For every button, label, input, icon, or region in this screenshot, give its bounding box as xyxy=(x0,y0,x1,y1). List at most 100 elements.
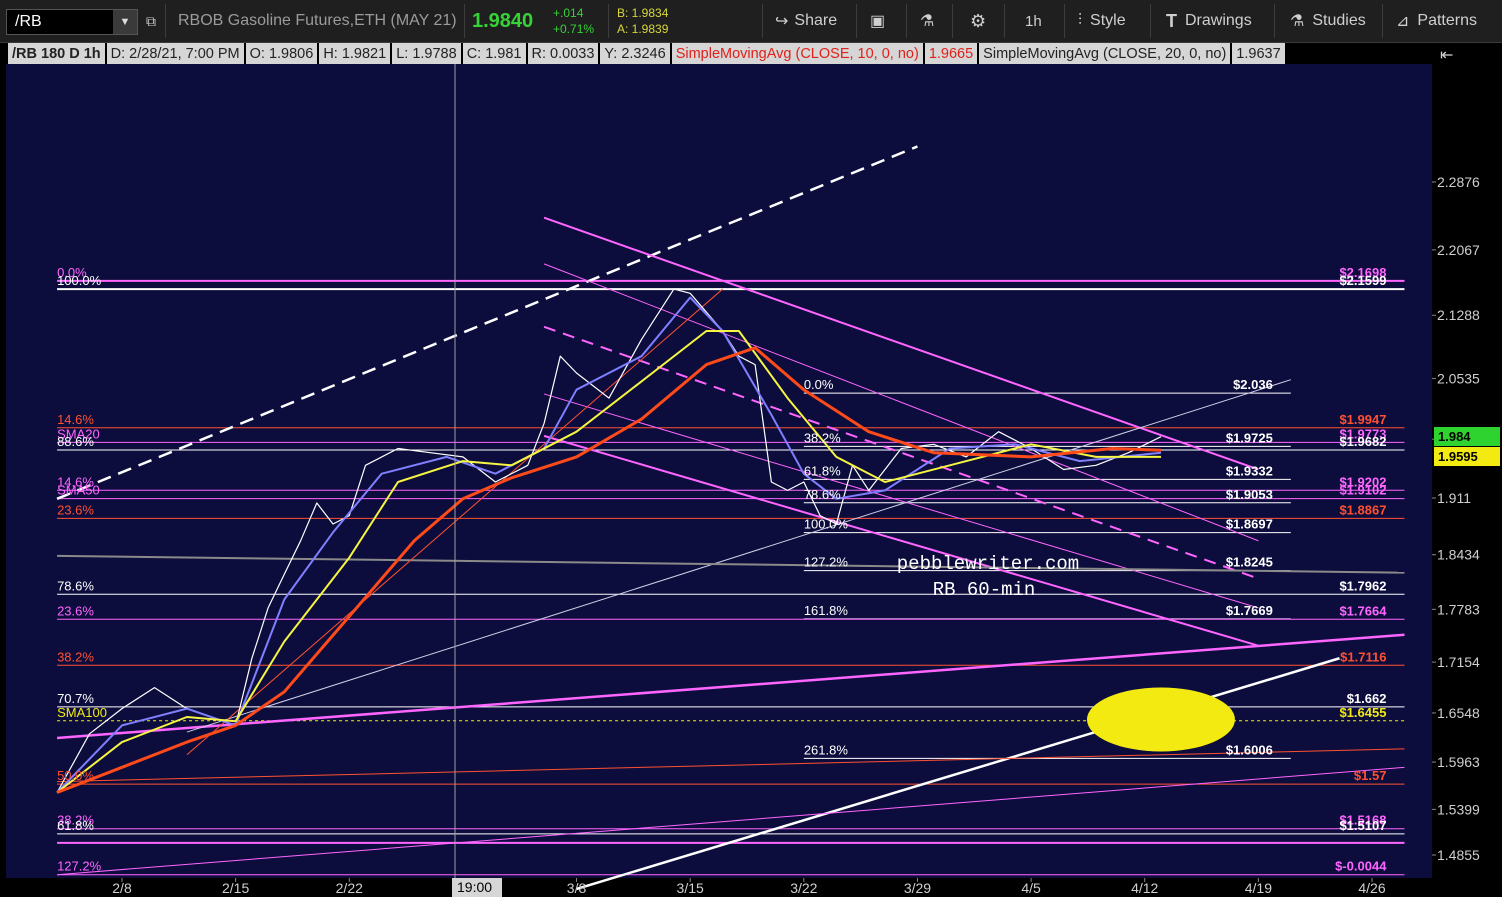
y-tick-label: 1.5399 xyxy=(1437,801,1480,817)
timeframe-button[interactable]: 1h xyxy=(1025,6,1042,36)
separator xyxy=(1004,4,1005,38)
sma10-study-label[interactable]: SimpleMovingAvg (CLOSE, 10, 0, no) xyxy=(671,43,923,64)
gear-icon[interactable]: ⚙ xyxy=(970,6,986,36)
separator xyxy=(906,4,907,38)
price-chart[interactable]: 0.0% $2.1698100.0% $2.15990.0% $2.03614.6% $… xyxy=(0,0,1502,897)
level-right-label: $-0.0044 xyxy=(1335,859,1387,874)
chevron-down-icon[interactable]: ▼ xyxy=(113,10,137,34)
level-left-label: SMA50 xyxy=(57,483,100,498)
y-tick-label: 1.7783 xyxy=(1437,601,1480,617)
bar-y: Y: 2.3246 xyxy=(600,43,670,64)
share-button[interactable]: ↪ Share xyxy=(775,6,837,36)
studies-label: Studies xyxy=(1312,12,1366,29)
level-right-label: $1.5107 xyxy=(1339,818,1386,833)
level-right-label: $1.9947 xyxy=(1339,412,1386,427)
x-tick-label: 3/22 xyxy=(790,880,817,896)
level-left-label: 261.8% xyxy=(804,742,849,757)
y-tick-label: 1.911 xyxy=(1437,490,1471,506)
level-left-label: 100.0% xyxy=(57,273,102,288)
level-right-label: $1.7669 xyxy=(1226,603,1273,618)
y-tick-label: 1.5963 xyxy=(1437,754,1480,770)
level-left-label: 88.6% xyxy=(57,434,94,449)
x-tick-label: 2/8 xyxy=(112,880,132,896)
level-right-label: $1.9725 xyxy=(1226,430,1273,445)
separator xyxy=(608,4,609,38)
share-label: Share xyxy=(794,12,838,29)
snapshot-icon[interactable]: ▣ xyxy=(870,6,885,36)
bid-ask-block: B: 1.9834 A: 1.9839 xyxy=(617,5,668,37)
separator xyxy=(1064,4,1065,38)
watermark-caption: RB 60-min xyxy=(933,579,1036,601)
symbol-selector[interactable]: /RB ▼ xyxy=(6,9,138,35)
chart-info-bar: /RB 180 D 1h D: 2/28/21, 7:00 PM O: 1.98… xyxy=(8,43,1287,64)
price-badge: 1.984 xyxy=(1434,426,1500,446)
y-tick-label: 2.1288 xyxy=(1437,307,1480,323)
level-right-label: $1.7116 xyxy=(1340,649,1386,664)
separator xyxy=(1274,4,1275,38)
bar-low: L: 1.9788 xyxy=(392,43,461,64)
sma20-study-value: 1.9637 xyxy=(1232,43,1285,64)
level-right-label: $1.662 xyxy=(1347,691,1387,706)
separator xyxy=(1150,4,1151,38)
x-tick-label: 2/22 xyxy=(336,880,363,896)
x-tick-label: 4/12 xyxy=(1131,880,1158,896)
chart-title: /RB 180 D 1h xyxy=(8,43,105,64)
collapse-icon[interactable]: ⇤ xyxy=(1440,45,1453,65)
bar-open: O: 1.9806 xyxy=(245,43,318,64)
level-left-label: 100.0% xyxy=(804,517,849,532)
drawings-label: Drawings xyxy=(1185,12,1252,29)
y-tick-label: 1.4855 xyxy=(1437,847,1480,863)
studies-button[interactable]: ⚗ Studies xyxy=(1290,6,1366,36)
plot-background xyxy=(6,64,1432,878)
level-left-label: 127.2% xyxy=(57,859,102,874)
link-icon[interactable]: ⧉ xyxy=(146,6,156,36)
level-right-label: $1.9682 xyxy=(1339,434,1386,449)
sma20-study-label[interactable]: SimpleMovingAvg (CLOSE, 20, 0, no) xyxy=(979,43,1231,64)
sma10-study-value: 1.9665 xyxy=(924,43,978,64)
x-tick-label: 4/19 xyxy=(1245,880,1272,896)
level-left-label: 78.6% xyxy=(57,578,94,593)
patterns-label: Patterns xyxy=(1417,12,1477,29)
patterns-button[interactable]: ⊿ Patterns xyxy=(1396,6,1477,36)
level-left-label: 23.6% xyxy=(57,502,94,517)
level-left-label: 61.8% xyxy=(57,818,94,833)
separator xyxy=(856,4,857,38)
level-left-label: 38.2% xyxy=(804,430,841,445)
level-left-label: 38.2% xyxy=(57,649,94,664)
y-tick-label: 1.6548 xyxy=(1437,705,1480,721)
price-badge: 1.9595 xyxy=(1434,447,1500,467)
level-right-label: $1.6006 xyxy=(1226,742,1273,757)
level-right-label: $1.9102 xyxy=(1339,483,1386,498)
y-tick-label: 2.2876 xyxy=(1437,174,1480,190)
level-right-label: $2.036 xyxy=(1233,377,1273,392)
bid-price: B: 1.9834 xyxy=(617,6,669,20)
drawings-button[interactable]: T Drawings xyxy=(1166,6,1252,36)
level-left-label: 0.0% xyxy=(804,377,834,392)
x-tick-label: 4/26 xyxy=(1358,880,1385,896)
symbol-description: RBOB Gasoline Futures,ETH (MAY 21) xyxy=(178,12,457,29)
level-left-label: 23.6% xyxy=(57,603,94,618)
share-icon: ↪ xyxy=(775,13,789,30)
level-right-label: $1.8697 xyxy=(1226,517,1273,532)
percent-change: +0.71% xyxy=(553,22,595,36)
level-left-label: 61.8% xyxy=(804,463,841,478)
bar-high: H: 1.9821 xyxy=(319,43,391,64)
y-tick-label: 1.7154 xyxy=(1437,654,1480,670)
level-right-label: $2.1599 xyxy=(1339,273,1386,288)
level-right-label: $1.8867 xyxy=(1339,502,1386,517)
bar-range: R: 0.0033 xyxy=(527,43,599,64)
watermark-site: pebblewriter.com xyxy=(897,553,1079,575)
candles-icon: ⫶ xyxy=(1078,12,1083,29)
highlight-ellipse xyxy=(1086,687,1235,752)
x-tick-label: 3/29 xyxy=(904,880,931,896)
level-right-label: $1.8245 xyxy=(1226,555,1273,570)
separator xyxy=(762,4,763,38)
toolbar: /RB ▼ ⧉ RBOB Gasoline Futures,ETH (MAY 2… xyxy=(0,0,1502,43)
last-price: 1.9840 xyxy=(472,9,534,32)
net-change: +.014 xyxy=(553,6,584,20)
flask-icon[interactable]: ⚗ xyxy=(920,6,934,36)
style-label: Style xyxy=(1090,12,1126,29)
x-tick-label: 3/8 xyxy=(567,880,587,896)
style-button[interactable]: ⫶ Style xyxy=(1078,6,1126,36)
level-right-label: $1.9332 xyxy=(1226,463,1273,478)
